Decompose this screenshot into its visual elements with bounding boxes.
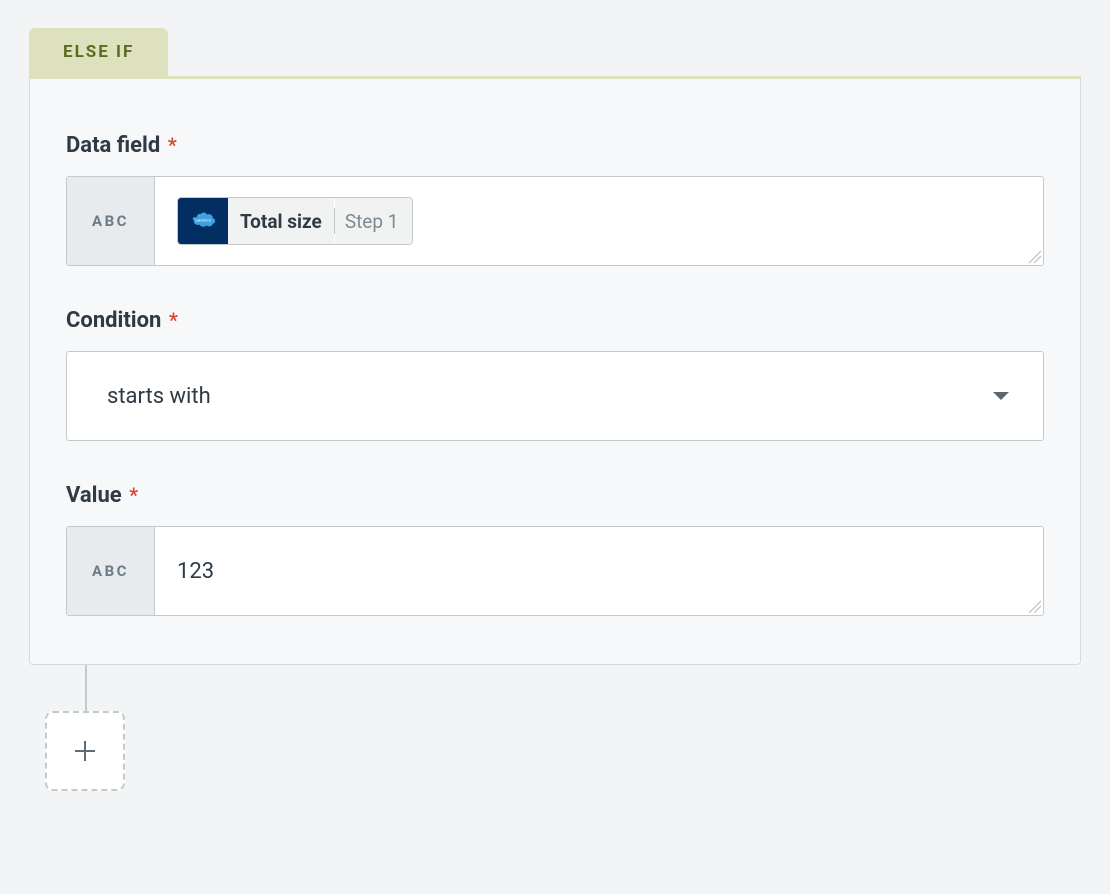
required-asterisk: * [169,308,178,332]
else-if-block: ELSE IF Data field * ABC salesforce [29,28,1081,791]
tab-label: ELSE IF [63,42,134,62]
value-group: Value * ABC 123 [66,483,1044,616]
resize-handle-icon [1025,597,1041,613]
value-input[interactable]: ABC 123 [66,526,1044,616]
data-field-label: Data field * [66,133,1044,158]
condition-group: Condition * starts with [66,308,1044,441]
salesforce-icon: salesforce [178,198,228,244]
required-asterisk: * [168,133,177,157]
data-field-body[interactable]: salesforce Total size Step 1 [155,177,1043,265]
data-field-input[interactable]: ABC salesforce Total size Step 1 [66,176,1044,266]
type-indicator-abc: ABC [67,177,155,265]
tab-else-if[interactable]: ELSE IF [29,28,168,76]
condition-label: Condition * [66,308,1044,333]
required-asterisk: * [129,483,138,507]
resize-handle-icon [1025,247,1041,263]
connector-line [85,665,87,711]
value-text: 123 [177,559,214,584]
value-label: Value * [66,483,1044,508]
data-field-label-text: Data field [66,133,160,158]
pill-step: Step 1 [335,198,413,244]
value-body[interactable]: 123 [155,527,1043,615]
caret-down-icon [993,392,1009,400]
condition-panel: Data field * ABC salesforce Total size [29,79,1081,665]
value-label-text: Value [66,483,122,508]
condition-value: starts with [107,384,211,409]
add-step-button[interactable] [45,711,125,791]
type-indicator-abc: ABC [67,527,155,615]
condition-label-text: Condition [66,308,161,333]
plus-icon [71,737,99,765]
data-field-group: Data field * ABC salesforce Total size [66,133,1044,266]
condition-select[interactable]: starts with [66,351,1044,441]
pill-field-name: Total size [228,198,334,244]
data-pill[interactable]: salesforce Total size Step 1 [177,197,413,245]
svg-text:salesforce: salesforce [195,219,211,223]
